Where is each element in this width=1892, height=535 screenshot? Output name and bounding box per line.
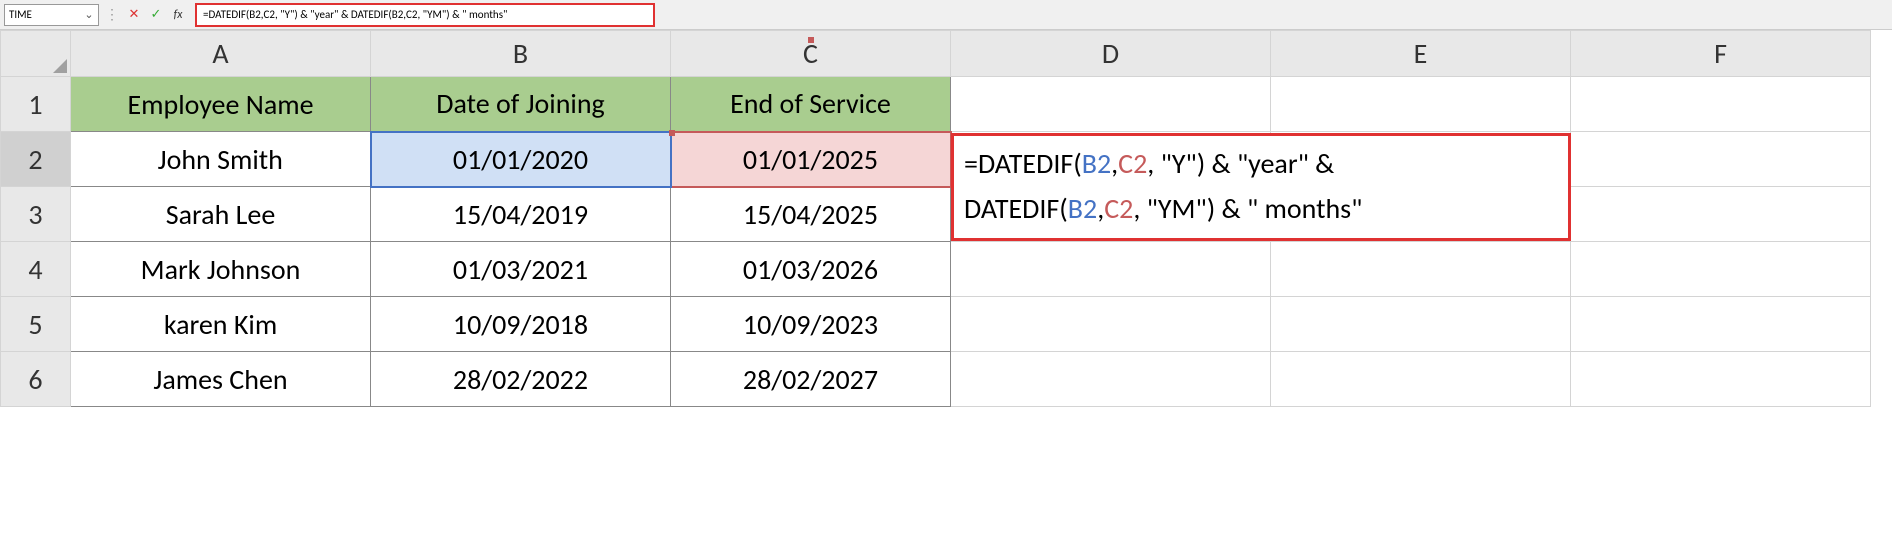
cell-ref-B2: B2 (1082, 146, 1111, 181)
cell-ref-B2: B2 (1068, 191, 1097, 226)
chevron-down-icon[interactable]: ⌄ (84, 8, 94, 21)
formula-part: , "YM") & " months" (1133, 191, 1362, 226)
cell-F2[interactable] (1571, 132, 1871, 187)
name-box-value: TIME (9, 8, 32, 21)
cell-F5[interactable] (1571, 297, 1871, 352)
cell-C6[interactable]: 28/02/2027 (671, 352, 951, 407)
fx-icon[interactable]: fx (169, 5, 187, 25)
column-header-E[interactable]: E (1271, 31, 1571, 77)
enter-button[interactable]: ✓ (147, 5, 165, 25)
separator: ⋮ (103, 6, 121, 23)
column-header-A[interactable]: A (71, 31, 371, 77)
cell-A1[interactable]: Employee Name (71, 77, 371, 132)
cell-C1[interactable]: End of Service (671, 77, 951, 132)
cell-ref-C2: C2 (1104, 191, 1133, 226)
formula-part: =DATEDIF( (964, 146, 1082, 181)
select-all-corner[interactable] (1, 31, 71, 77)
cell-B6[interactable]: 28/02/2022 (371, 352, 671, 407)
column-header-B[interactable]: B (371, 31, 671, 77)
column-header-C[interactable]: C (671, 31, 951, 77)
cell-A3[interactable]: Sarah Lee (71, 187, 371, 242)
row-header-2[interactable]: 2 (1, 132, 71, 187)
cell-F6[interactable] (1571, 352, 1871, 407)
formula-text: =DATEDIF(B2,C2, "Y") & "year" & DATEDIF(… (203, 8, 507, 21)
cell-C3[interactable]: 15/04/2025 (671, 187, 951, 242)
grid: A B C D E F 1 Employee Name Date of Join… (0, 30, 1871, 407)
formula-edit-overlay[interactable]: =DATEDIF(B2,C2, "Y") & "year" & DATEDIF(… (951, 133, 1571, 241)
cell-C2[interactable]: 01/01/2025 (671, 132, 951, 187)
formula-bar-area: TIME ⌄ ⋮ ✕ ✓ fx =DATEDIF(B2,C2, "Y") & "… (0, 0, 1892, 30)
cell-E6[interactable] (1271, 352, 1571, 407)
cell-B4[interactable]: 01/03/2021 (371, 242, 671, 297)
cell-E4[interactable] (1271, 242, 1571, 297)
cell-A2[interactable]: John Smith (71, 132, 371, 187)
row-header-1[interactable]: 1 (1, 77, 71, 132)
row-header-4[interactable]: 4 (1, 242, 71, 297)
column-header-D[interactable]: D (951, 31, 1271, 77)
cell-D6[interactable] (951, 352, 1271, 407)
cell-A6[interactable]: James Chen (71, 352, 371, 407)
cell-F3[interactable] (1571, 187, 1871, 242)
row-header-5[interactable]: 5 (1, 297, 71, 352)
cell-B5[interactable]: 10/09/2018 (371, 297, 671, 352)
spreadsheet: A B C D E F 1 Employee Name Date of Join… (0, 30, 1892, 407)
cell-B3[interactable]: 15/04/2019 (371, 187, 671, 242)
cell-A5[interactable]: karen Kim (71, 297, 371, 352)
cell-D4[interactable] (951, 242, 1271, 297)
cell-F1[interactable] (1571, 77, 1871, 132)
cell-E1[interactable] (1271, 77, 1571, 132)
formula-part: , "Y") & "year" & (1147, 146, 1334, 181)
cell-F4[interactable] (1571, 242, 1871, 297)
cell-C4[interactable]: 01/03/2026 (671, 242, 951, 297)
cell-D5[interactable] (951, 297, 1271, 352)
row-header-6[interactable]: 6 (1, 352, 71, 407)
row-header-3[interactable]: 3 (1, 187, 71, 242)
formula-input[interactable]: =DATEDIF(B2,C2, "Y") & "year" & DATEDIF(… (195, 3, 655, 27)
cell-C5[interactable]: 10/09/2023 (671, 297, 951, 352)
cell-B2[interactable]: 01/01/2020 (371, 132, 671, 187)
cancel-button[interactable]: ✕ (125, 5, 143, 25)
name-box[interactable]: TIME ⌄ (4, 4, 99, 26)
cell-ref-C2: C2 (1118, 146, 1147, 181)
cell-B1[interactable]: Date of Joining (371, 77, 671, 132)
column-header-F[interactable]: F (1571, 31, 1871, 77)
cell-D1[interactable] (951, 77, 1271, 132)
cell-E5[interactable] (1271, 297, 1571, 352)
cell-A4[interactable]: Mark Johnson (71, 242, 371, 297)
formula-part: DATEDIF( (964, 191, 1068, 226)
